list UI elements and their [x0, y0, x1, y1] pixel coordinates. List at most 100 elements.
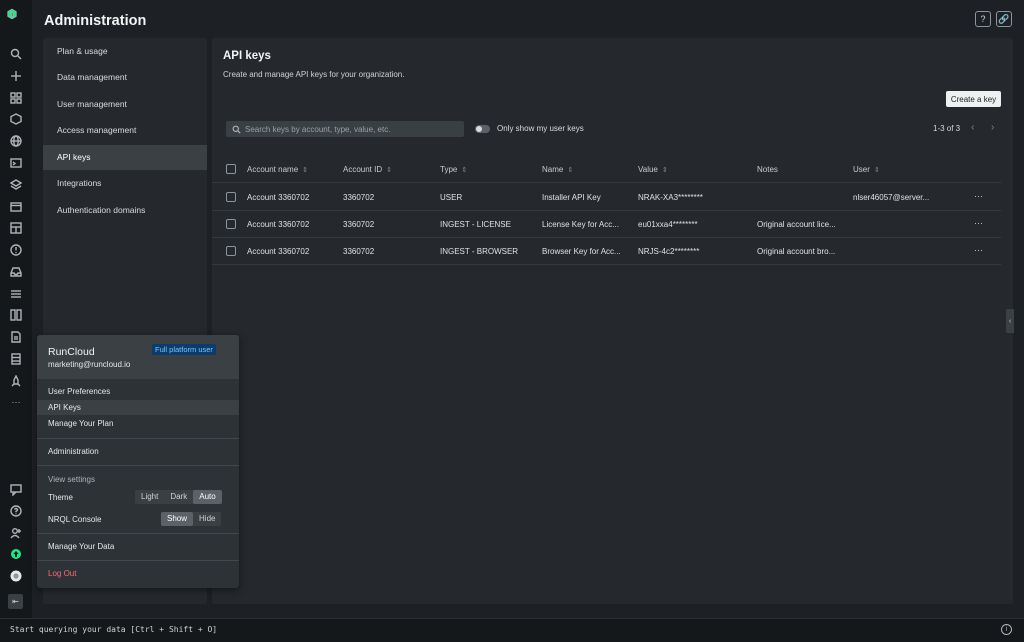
columns-icon[interactable]: [9, 308, 23, 322]
panel-collapse-handle[interactable]: ‹: [1006, 309, 1014, 333]
info-icon[interactable]: i: [1001, 624, 1012, 635]
entities-icon[interactable]: [9, 112, 23, 126]
col-header-value[interactable]: Value ⇕: [638, 156, 668, 184]
help-circle-icon[interactable]: [9, 504, 23, 518]
collapse-icon[interactable]: ⇤: [8, 594, 23, 609]
create-key-button[interactable]: Create a key: [946, 91, 1001, 107]
more-icon[interactable]: ···: [9, 395, 23, 409]
row-actions-menu[interactable]: ···: [974, 184, 983, 209]
divider: [37, 533, 239, 534]
col-header-account-id[interactable]: Account ID ⇕: [343, 156, 392, 184]
storage-icon[interactable]: [9, 352, 23, 366]
col-header-account-name[interactable]: Account name ⇕: [247, 156, 308, 184]
row-checkbox[interactable]: [226, 246, 236, 256]
upgrade-icon[interactable]: [9, 547, 23, 561]
cell-type: INGEST - LICENSE: [440, 220, 511, 229]
cell-account-name: Account 3360702: [247, 220, 310, 229]
col-header-type[interactable]: Type ⇕: [440, 156, 467, 184]
globe-icon[interactable]: [9, 134, 23, 148]
link-icon[interactable]: 🔗: [996, 11, 1012, 27]
row-actions-menu[interactable]: ···: [974, 238, 983, 263]
query-bar[interactable]: Start querying your data [Ctrl + Shift +…: [0, 618, 1024, 642]
theme-option-light[interactable]: Light: [135, 490, 164, 504]
user-keys-toggle-label: Only show my user keys: [497, 124, 584, 133]
user-keys-toggle[interactable]: [475, 125, 490, 133]
sidebar-item-api-keys[interactable]: API keys: [43, 145, 207, 170]
feedback-icon[interactable]: [9, 483, 23, 497]
col-header-user[interactable]: User ⇕: [853, 156, 880, 184]
menu-item-administration[interactable]: Administration: [37, 444, 239, 459]
help-icon[interactable]: ?: [975, 11, 991, 27]
add-icon[interactable]: [9, 69, 23, 83]
section-subtitle: Create and manage API keys for your orga…: [223, 70, 405, 79]
sort-icon: ⇕: [386, 167, 393, 174]
nrql-console-label: NRQL Console: [48, 515, 102, 524]
row-actions-menu[interactable]: ···: [974, 211, 983, 236]
account-email: marketing@runcloud.io: [48, 360, 131, 369]
sidebar-item-authentication-domains[interactable]: Authentication domains: [43, 198, 207, 223]
section-title: API keys: [223, 50, 271, 62]
sidebar-item-access-management[interactable]: Access management: [43, 118, 207, 143]
sidebar-item-data-management[interactable]: Data management: [43, 65, 207, 90]
menu-item-api-keys[interactable]: API Keys: [37, 400, 239, 415]
sort-icon: ⇕: [302, 167, 309, 174]
sort-icon: ⇕: [873, 167, 880, 174]
search-icon: [232, 125, 241, 134]
apps-icon[interactable]: [9, 91, 23, 105]
col-header-notes: Notes: [757, 165, 778, 174]
new-relic-logo[interactable]: [6, 8, 26, 28]
table-row[interactable]: Account 3360702 3360702 USER Installer A…: [212, 184, 1001, 211]
table-row[interactable]: Account 3360702 3360702 INGEST - LICENSE…: [212, 211, 1001, 238]
search-icon[interactable]: [9, 47, 23, 61]
cell-user: nlser46057@server...: [853, 193, 930, 202]
user-menu-popup: RunCloud marketing@runcloud.io Full plat…: [37, 335, 239, 588]
menu-item-log-out[interactable]: Log Out: [37, 566, 239, 581]
row-checkbox[interactable]: [226, 219, 236, 229]
sidebar-item-integrations[interactable]: Integrations: [43, 171, 207, 196]
rocket-icon[interactable]: [9, 374, 23, 388]
nav-rail: ··· ⇤: [0, 0, 32, 618]
pagination-count: 1-3 of 3: [933, 124, 961, 133]
sidebar-item-plan-usage[interactable]: Plan & usage: [43, 39, 207, 64]
search-input[interactable]: [245, 124, 455, 134]
doc-icon[interactable]: [9, 330, 23, 344]
cell-value[interactable]: NRAK-XA3********: [638, 184, 750, 211]
table-header: Account name ⇕ Account ID ⇕ Type ⇕ Name ⇕ Va…: [212, 156, 1001, 183]
add-user-icon[interactable]: [9, 526, 23, 540]
layers-icon[interactable]: [9, 178, 23, 192]
inbox-icon[interactable]: [9, 265, 23, 279]
nrql-option-show[interactable]: Show: [161, 512, 194, 526]
cell-name: License Key for Acc...: [542, 220, 619, 229]
cell-value[interactable]: NRJS-4c2********: [638, 238, 750, 265]
alert-icon[interactable]: [9, 243, 23, 257]
browser-icon[interactable]: [9, 200, 23, 214]
query-bar-prompt[interactable]: Start querying your data [Ctrl + Shift +…: [10, 625, 217, 634]
menu-item-user-preferences[interactable]: User Preferences: [37, 384, 239, 399]
col-header-name[interactable]: Name ⇕: [542, 156, 573, 184]
prev-page-icon[interactable]: ‹: [971, 122, 974, 133]
terminal-icon[interactable]: [9, 156, 23, 170]
sliders-icon[interactable]: [9, 287, 23, 301]
sidebar-item-user-management[interactable]: User management: [43, 92, 207, 117]
cell-account-name: Account 3360702: [247, 193, 310, 202]
cell-notes: Original account bro...: [757, 247, 836, 256]
menu-item-manage-plan[interactable]: Manage Your Plan: [37, 416, 239, 431]
select-all-checkbox[interactable]: [226, 164, 236, 174]
api-keys-panel: API keys Create and manage API keys for …: [212, 38, 1013, 604]
user-type-badge: Full platform user: [152, 344, 216, 355]
cell-value[interactable]: eu01xxa4********: [638, 211, 750, 238]
row-checkbox[interactable]: [226, 192, 236, 202]
next-page-icon[interactable]: ›: [991, 122, 994, 133]
cell-type: INGEST - BROWSER: [440, 247, 519, 256]
theme-selector: Light Dark Auto: [135, 490, 222, 504]
dashboard-icon[interactable]: [9, 221, 23, 235]
theme-option-auto[interactable]: Auto: [193, 490, 222, 504]
search-box[interactable]: [226, 121, 464, 137]
table-row[interactable]: Account 3360702 3360702 INGEST - BROWSER…: [212, 238, 1001, 265]
sort-icon: ⇕: [567, 167, 574, 174]
avatar-icon[interactable]: [9, 569, 23, 583]
user-menu-header: RunCloud marketing@runcloud.io Full plat…: [37, 335, 239, 379]
theme-option-dark[interactable]: Dark: [164, 490, 193, 504]
nrql-option-hide[interactable]: Hide: [193, 512, 221, 526]
menu-item-manage-data[interactable]: Manage Your Data: [37, 539, 239, 554]
